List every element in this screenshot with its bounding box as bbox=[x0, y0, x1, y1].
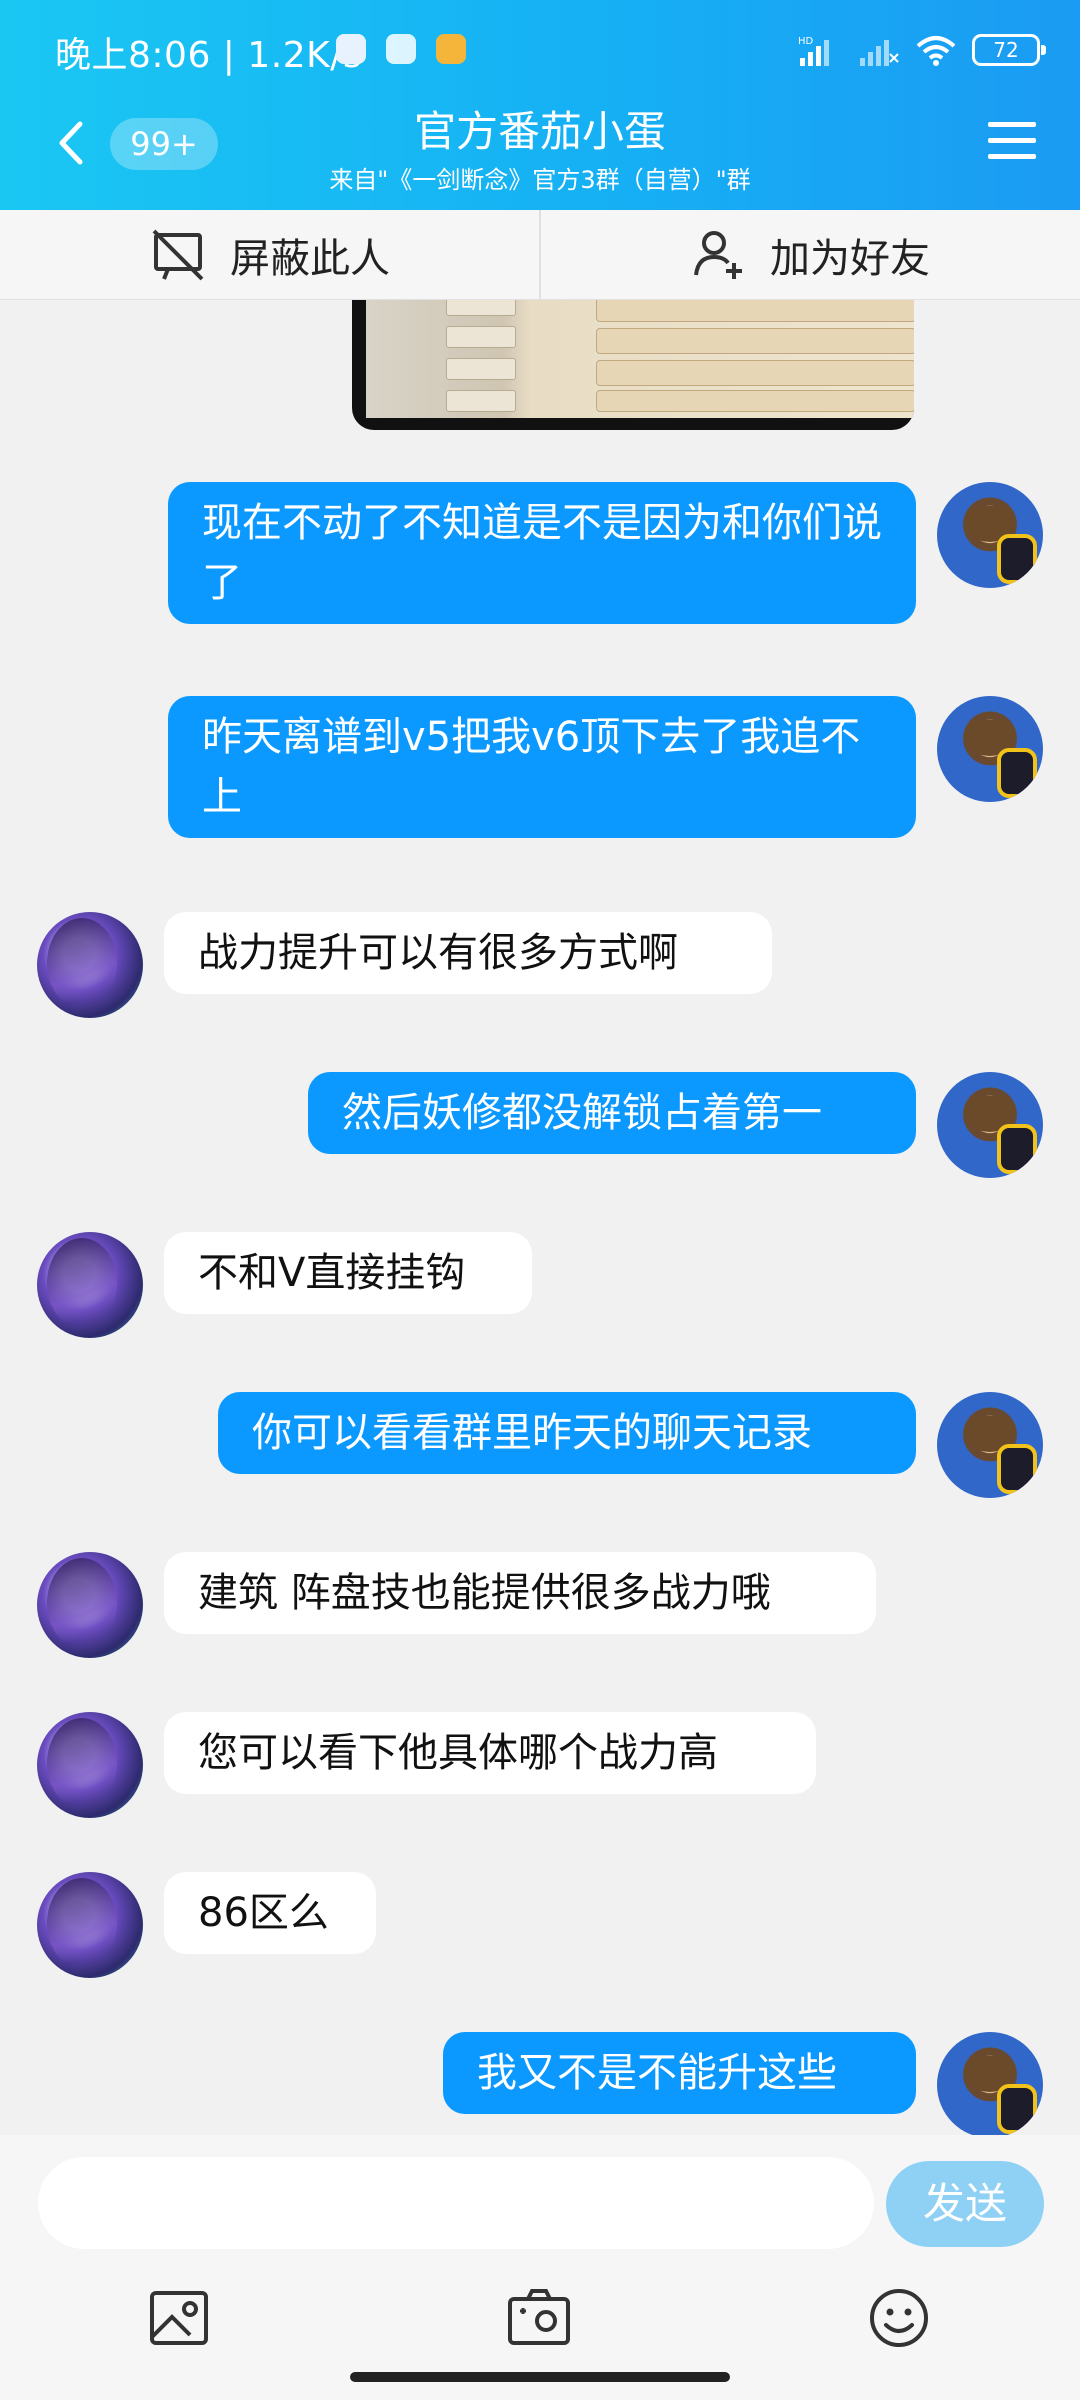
header: 晚上8:06 | 1.2K/s HD 72 99+ 官方番茄小蛋 来自"《一剑断… bbox=[0, 0, 1080, 210]
avatar-detail bbox=[997, 2084, 1037, 2134]
image-message[interactable] bbox=[352, 300, 914, 430]
game-screenshot bbox=[366, 300, 914, 418]
game-ui-element bbox=[446, 300, 516, 316]
signal-2-icon bbox=[860, 40, 899, 66]
game-ui-element bbox=[596, 328, 914, 354]
app-notification-icon bbox=[336, 34, 366, 64]
game-ui-element bbox=[596, 360, 914, 386]
message-bubble[interactable]: 不和V直接挂钩 bbox=[164, 1232, 532, 1314]
chat-title: 官方番茄小蛋 bbox=[413, 107, 666, 156]
block-icon bbox=[152, 229, 204, 281]
app-notification-icon bbox=[436, 34, 466, 64]
signal-icon: HD bbox=[798, 36, 829, 66]
avatar-hair bbox=[47, 1878, 117, 1968]
my-avatar[interactable] bbox=[937, 482, 1043, 588]
battery-level: 72 bbox=[993, 38, 1019, 62]
composer: 发送 bbox=[0, 2135, 1080, 2400]
chat-subtitle: 来自"《一剑断念》官方3群（自营）"群 bbox=[329, 166, 751, 194]
message-bubble[interactable]: 现在不动了不知道是不是因为和你们说了 bbox=[168, 482, 916, 624]
status-time: 晚上8:06 | 1.2K/s bbox=[55, 35, 363, 76]
message-bubble[interactable]: 建筑 阵盘技也能提供很多战力哦 bbox=[164, 1552, 876, 1634]
action-bar: 屏蔽此人 加为好友 bbox=[0, 210, 1080, 300]
image-icon[interactable] bbox=[146, 2285, 212, 2351]
add-friend-icon bbox=[694, 231, 742, 279]
wifi-icon bbox=[916, 36, 956, 66]
message-bubble[interactable]: 战力提升可以有很多方式啊 bbox=[164, 912, 772, 994]
home-indicator[interactable] bbox=[350, 2372, 730, 2382]
svg-text:HD: HD bbox=[798, 36, 814, 47]
game-ui-element bbox=[446, 326, 516, 348]
my-avatar[interactable] bbox=[937, 2032, 1043, 2135]
chat-messages[interactable]: 现在不动了不知道是不是因为和你们说了 昨天离谱到v5把我v6顶下去了我追不上 战… bbox=[0, 300, 1080, 2135]
contact-avatar[interactable] bbox=[37, 912, 143, 1018]
avatar-hair bbox=[47, 1718, 117, 1808]
avatar-hair bbox=[47, 1558, 117, 1648]
contact-avatar[interactable] bbox=[37, 1232, 143, 1338]
avatar-detail bbox=[997, 534, 1037, 584]
contact-avatar[interactable] bbox=[37, 1872, 143, 1978]
emoji-icon[interactable] bbox=[866, 2285, 932, 2351]
game-ui-element bbox=[446, 358, 516, 380]
contact-avatar[interactable] bbox=[37, 1712, 143, 1818]
game-ui-element bbox=[596, 390, 914, 412]
camera-icon[interactable] bbox=[506, 2285, 572, 2351]
avatar-hair bbox=[47, 918, 117, 1008]
app-notification-icon bbox=[386, 34, 416, 64]
my-avatar[interactable] bbox=[937, 696, 1043, 802]
my-avatar[interactable] bbox=[937, 1072, 1043, 1178]
menu-icon[interactable] bbox=[986, 118, 1038, 164]
send-button[interactable]: 发送 bbox=[886, 2161, 1044, 2247]
add-friend-label: 加为好友 bbox=[770, 236, 930, 282]
message-bubble[interactable]: 我又不是不能升这些 bbox=[443, 2032, 916, 2114]
message-bubble[interactable]: 您可以看下他具体哪个战力高 bbox=[164, 1712, 816, 1794]
avatar-hair bbox=[47, 1238, 117, 1328]
block-user-label: 屏蔽此人 bbox=[230, 236, 390, 282]
message-input[interactable] bbox=[38, 2157, 874, 2249]
status-right: HD 72 bbox=[798, 30, 1046, 70]
avatar-detail bbox=[997, 1124, 1037, 1174]
block-user-button[interactable]: 屏蔽此人 bbox=[0, 210, 540, 300]
game-ui-element bbox=[446, 390, 516, 412]
avatar-detail bbox=[997, 748, 1037, 798]
battery-indicator: 72 bbox=[972, 34, 1046, 66]
add-friend-button[interactable]: 加为好友 bbox=[540, 210, 1080, 300]
game-ui-element bbox=[596, 300, 914, 322]
avatar-detail bbox=[997, 1444, 1037, 1494]
message-bubble[interactable]: 昨天离谱到v5把我v6顶下去了我追不上 bbox=[168, 696, 916, 838]
message-bubble[interactable]: 86区么 bbox=[164, 1872, 376, 1954]
status-bar: 晚上8:06 | 1.2K/s HD 72 bbox=[0, 0, 1080, 100]
message-bubble[interactable]: 你可以看看群里昨天的聊天记录 bbox=[218, 1392, 916, 1474]
message-bubble[interactable]: 然后妖修都没解锁占着第一 bbox=[308, 1072, 916, 1154]
contact-avatar[interactable] bbox=[37, 1552, 143, 1658]
my-avatar[interactable] bbox=[937, 1392, 1043, 1498]
